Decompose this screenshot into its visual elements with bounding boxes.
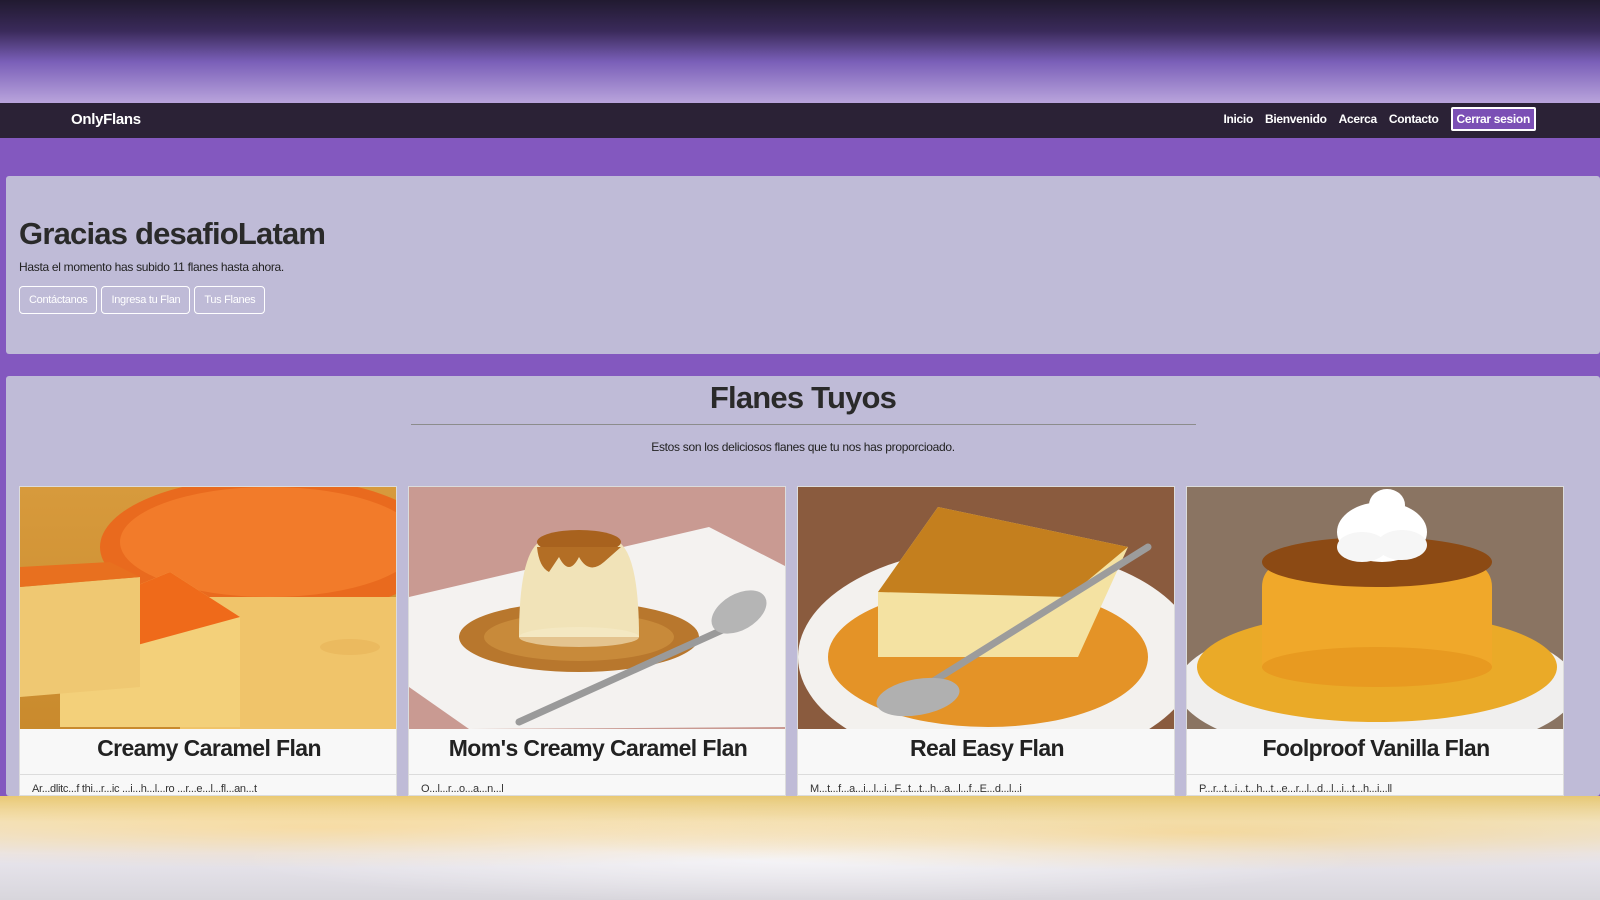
card-divider — [409, 774, 785, 775]
card-divider — [798, 774, 1174, 775]
caramel-flan-sliced-image — [20, 487, 396, 729]
bottom-blurred-area — [0, 796, 1600, 900]
nav-links: Inicio Bienvenido Acerca Contacto Cerrar… — [1223, 107, 1536, 131]
welcome-title: Gracias desafioLatam — [19, 216, 326, 251]
card-text: P...r...t...i...t...h...t...e...r...l...… — [1199, 783, 1392, 795]
card-title: Mom's Creamy Caramel Flan — [448, 735, 748, 761]
flan-card[interactable]: Creamy Caramel Flan Ar...dlitc...f thi..… — [19, 486, 397, 796]
flan-slice-spoon-image — [798, 487, 1174, 729]
card-text: M...t...f...a...i...l...i...F...t...t...… — [810, 783, 1022, 795]
card-text: Ar...dlitc...f thi...r...ic ...i...h...l… — [32, 783, 257, 795]
card-title: Real Easy Flan — [910, 735, 1065, 761]
flan-card[interactable]: Foolproof Vanilla Flan P...r...t...i...t… — [1186, 486, 1564, 796]
card-title: Foolproof Vanilla Flan — [1262, 735, 1490, 761]
logout-button[interactable]: Cerrar sesion — [1450, 107, 1536, 131]
brand-logo[interactable]: OnlyFlans — [71, 111, 141, 128]
my-flans-button[interactable]: Tus Flanes — [194, 286, 266, 314]
card-text: O...l...r...o...a...n...l — [421, 783, 504, 795]
welcome-text: Hasta el momento has subido 11 flanes ha… — [19, 260, 284, 274]
nav-link-acerca[interactable]: Acerca — [1339, 112, 1378, 126]
card-divider — [1187, 774, 1563, 775]
contact-button[interactable]: Contáctanos — [19, 286, 98, 314]
card-divider — [20, 774, 396, 775]
card-title: Creamy Caramel Flan — [97, 735, 321, 761]
nav-link-inicio[interactable]: Inicio — [1223, 112, 1253, 126]
page-background: Gracias desafioLatam Hasta el momento ha… — [0, 138, 1600, 796]
welcome-buttons: Contáctanos Ingresa tu Flan Tus Flanes — [19, 286, 266, 314]
flanes-section: Flanes Tuyos Estos son los deliciosos fl… — [6, 376, 1600, 796]
browser-top-gradient — [0, 0, 1600, 103]
navbar: OnlyFlans Inicio Bienvenido Acerca Conta… — [0, 103, 1600, 138]
flan-card[interactable]: Real Easy Flan M...t...f...a...i...l...i… — [797, 486, 1175, 796]
vanilla-flan-cream-image — [1187, 487, 1563, 729]
add-flan-button[interactable]: Ingresa tu Flan — [101, 286, 191, 314]
section-description: Estos son los deliciosos flanes que tu n… — [651, 440, 955, 454]
caramel-flan-spoon-image — [409, 487, 785, 729]
flan-cards: Creamy Caramel Flan Ar...dlitc...f thi..… — [19, 486, 1594, 796]
section-title: Flanes Tuyos — [709, 380, 897, 415]
nav-link-bienvenido[interactable]: Bienvenido — [1265, 112, 1327, 126]
section-divider — [411, 424, 1196, 425]
nav-link-contacto[interactable]: Contacto — [1389, 112, 1439, 126]
welcome-card: Gracias desafioLatam Hasta el momento ha… — [6, 176, 1600, 354]
flan-card[interactable]: Mom's Creamy Caramel Flan O...l...r...o.… — [408, 486, 786, 796]
